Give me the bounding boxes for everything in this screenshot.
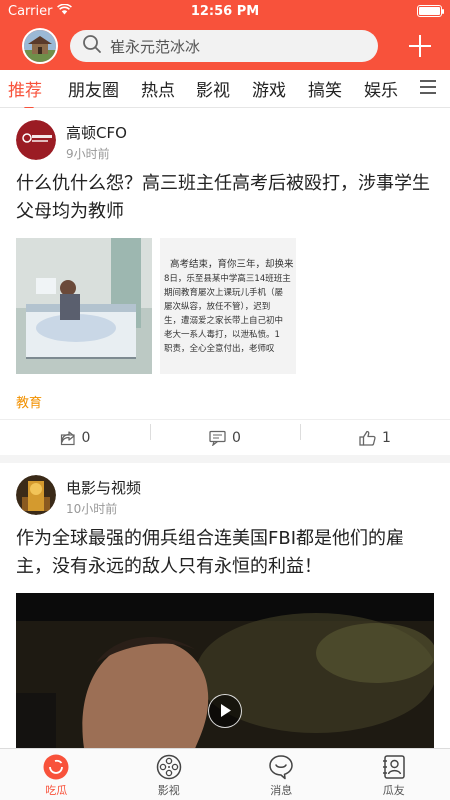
post-time: 10小时前 xyxy=(66,502,118,516)
author-avatar[interactable] xyxy=(16,475,56,515)
tab-entertainment[interactable]: 娱乐 xyxy=(364,76,398,101)
share-icon xyxy=(60,430,75,445)
comment-icon xyxy=(209,430,226,446)
author-name[interactable]: 电影与视频 xyxy=(66,477,141,498)
post-time: 9小时前 xyxy=(66,147,110,161)
post-title[interactable]: 什么仇什么怨？高三班主任高考后被殴打，涉事学生父母均为教师 xyxy=(0,170,450,226)
image-caption xyxy=(160,244,162,251)
message-bubble-icon xyxy=(269,755,293,780)
watermelon-icon xyxy=(43,754,69,780)
news-feed[interactable]: 高顿CFO 9小时前 什么仇什么怨？高三班主任高考后被殴打，涉事学生父母均为教师 xyxy=(0,108,450,748)
nav-item-movies[interactable]: 影视 xyxy=(113,749,226,800)
tab-games[interactable]: 游戏 xyxy=(252,76,286,101)
nav-item-messages[interactable]: 消息 xyxy=(225,749,338,800)
play-icon xyxy=(221,704,231,717)
tab-recommend[interactable]: 推荐 xyxy=(8,76,42,110)
video-player[interactable] xyxy=(16,593,434,748)
contacts-icon xyxy=(382,755,405,779)
search-icon xyxy=(82,34,102,58)
comment-button[interactable]: 0 xyxy=(150,423,300,446)
nav-label: 吃瓜 xyxy=(45,784,68,797)
comment-count: 0 xyxy=(232,429,241,446)
post-title[interactable]: 作为全球最强的佣兵组合连美国FBI都是他们的雇主，没有永远的敌人只有永恒的利益！ xyxy=(0,525,450,581)
category-tabs: 推荐 朋友圈 热点 影视 游戏 搞笑 娱乐 xyxy=(0,70,450,110)
nav-label: 消息 xyxy=(270,784,293,797)
category-tag[interactable]: 教育 xyxy=(0,374,450,419)
bottom-tab-bar: 吃瓜 影视 消息 瓜友 xyxy=(0,748,450,800)
nav-item-friends[interactable]: 瓜友 xyxy=(338,749,450,800)
plus-icon xyxy=(409,35,431,57)
post-image-hospital[interactable] xyxy=(16,238,152,374)
post-card[interactable]: 高顿CFO 9小时前 什么仇什么怨？高三班主任高考后被殴打，涉事学生父母均为教师 xyxy=(0,108,450,455)
tab-hot[interactable]: 热点 xyxy=(141,76,175,101)
search-query: 崔永元范冰冰 xyxy=(110,37,201,56)
post-image-text[interactable]: 高考结束，育你三年，却换来 8日，乐至县某中学高三14班班主 期间教育屡次上课玩… xyxy=(160,238,296,374)
tab-movies[interactable]: 影视 xyxy=(196,76,230,101)
nav-label: 瓜友 xyxy=(382,784,405,797)
nav-label: 影视 xyxy=(157,784,180,797)
app-header: Carrier 12:56 PM 崔永元范冰冰 xyxy=(0,0,450,70)
image-text-block: 高考结束，育你三年，却换来 8日，乐至县某中学高三14班班主 期间教育屡次上课玩… xyxy=(164,259,294,354)
author-avatar[interactable] xyxy=(16,120,56,160)
status-bar: Carrier 12:56 PM xyxy=(0,0,450,22)
author-name[interactable]: 高顿CFO xyxy=(66,122,127,143)
search-box[interactable]: 崔永元范冰冰 xyxy=(70,30,378,62)
thumbs-up-icon xyxy=(359,430,376,446)
tab-menu-icon[interactable] xyxy=(420,79,436,95)
user-avatar[interactable] xyxy=(22,28,58,64)
tab-moments[interactable]: 朋友圈 xyxy=(68,76,119,101)
battery-icon xyxy=(417,5,444,17)
like-button[interactable]: 1 xyxy=(300,423,450,446)
film-reel-icon xyxy=(156,754,181,780)
like-count: 1 xyxy=(382,429,391,446)
share-button[interactable]: 0 xyxy=(0,430,150,446)
nav-item-chigua[interactable]: 吃瓜 xyxy=(0,749,113,800)
post-card[interactable]: 电影与视频 10小时前 作为全球最强的佣兵组合连美国FBI都是他们的雇主，没有永… xyxy=(0,463,450,748)
status-time: 12:56 PM xyxy=(190,4,260,19)
add-button[interactable] xyxy=(404,30,436,62)
play-button[interactable] xyxy=(208,694,242,728)
tab-funny[interactable]: 搞笑 xyxy=(308,76,342,101)
share-count: 0 xyxy=(81,429,91,446)
post-actions: 0 0 1 xyxy=(0,419,450,455)
